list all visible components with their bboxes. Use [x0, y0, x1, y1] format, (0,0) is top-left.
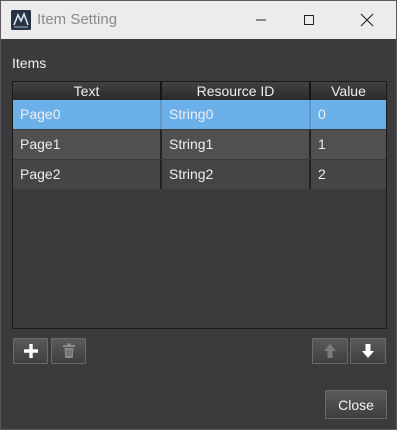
- minimize-icon: [256, 19, 266, 21]
- window-title: Item Setting: [37, 11, 118, 28]
- items-label: Items: [12, 55, 47, 71]
- app-icon: [11, 10, 31, 30]
- items-table: Text Resource ID Value Page0 String0 0 P…: [12, 81, 387, 329]
- item-setting-window: Item Setting Items Text Resource ID Valu…: [0, 0, 397, 430]
- maximize-icon: [304, 15, 314, 25]
- cell-text[interactable]: Page1: [13, 130, 162, 159]
- add-item-button[interactable]: [13, 338, 48, 364]
- minimize-button[interactable]: [236, 1, 286, 39]
- close-window-button[interactable]: [342, 1, 392, 39]
- delete-item-button[interactable]: [51, 338, 86, 364]
- cell-resource-id[interactable]: String1: [162, 130, 311, 159]
- cell-resource-id[interactable]: String0: [162, 100, 311, 129]
- table-row[interactable]: Page0 String0 0: [13, 100, 386, 129]
- close-icon: [360, 13, 374, 27]
- maximize-button[interactable]: [284, 1, 334, 39]
- table-header: Text Resource ID Value: [13, 82, 386, 100]
- table-row[interactable]: Page1 String1 1: [13, 130, 386, 159]
- plus-icon: [23, 344, 38, 358]
- cell-resource-id[interactable]: String2: [162, 160, 311, 189]
- cell-value[interactable]: 0: [311, 100, 386, 129]
- table-row[interactable]: Page2 String2 2: [13, 160, 386, 189]
- cell-text[interactable]: Page2: [13, 160, 162, 189]
- title-bar[interactable]: Item Setting: [1, 1, 396, 39]
- column-header-resource-id[interactable]: Resource ID: [162, 82, 311, 100]
- column-header-value[interactable]: Value: [311, 82, 386, 100]
- move-down-button[interactable]: [350, 338, 386, 364]
- close-button[interactable]: Close: [325, 390, 387, 419]
- cell-value[interactable]: 1: [311, 130, 386, 159]
- arrow-down-icon: [362, 344, 374, 358]
- move-up-button[interactable]: [312, 338, 348, 364]
- cell-text[interactable]: Page0: [13, 100, 162, 129]
- cell-value[interactable]: 2: [311, 160, 386, 189]
- column-header-text[interactable]: Text: [13, 82, 162, 100]
- arrow-up-icon: [324, 344, 336, 358]
- trash-icon: [62, 343, 75, 358]
